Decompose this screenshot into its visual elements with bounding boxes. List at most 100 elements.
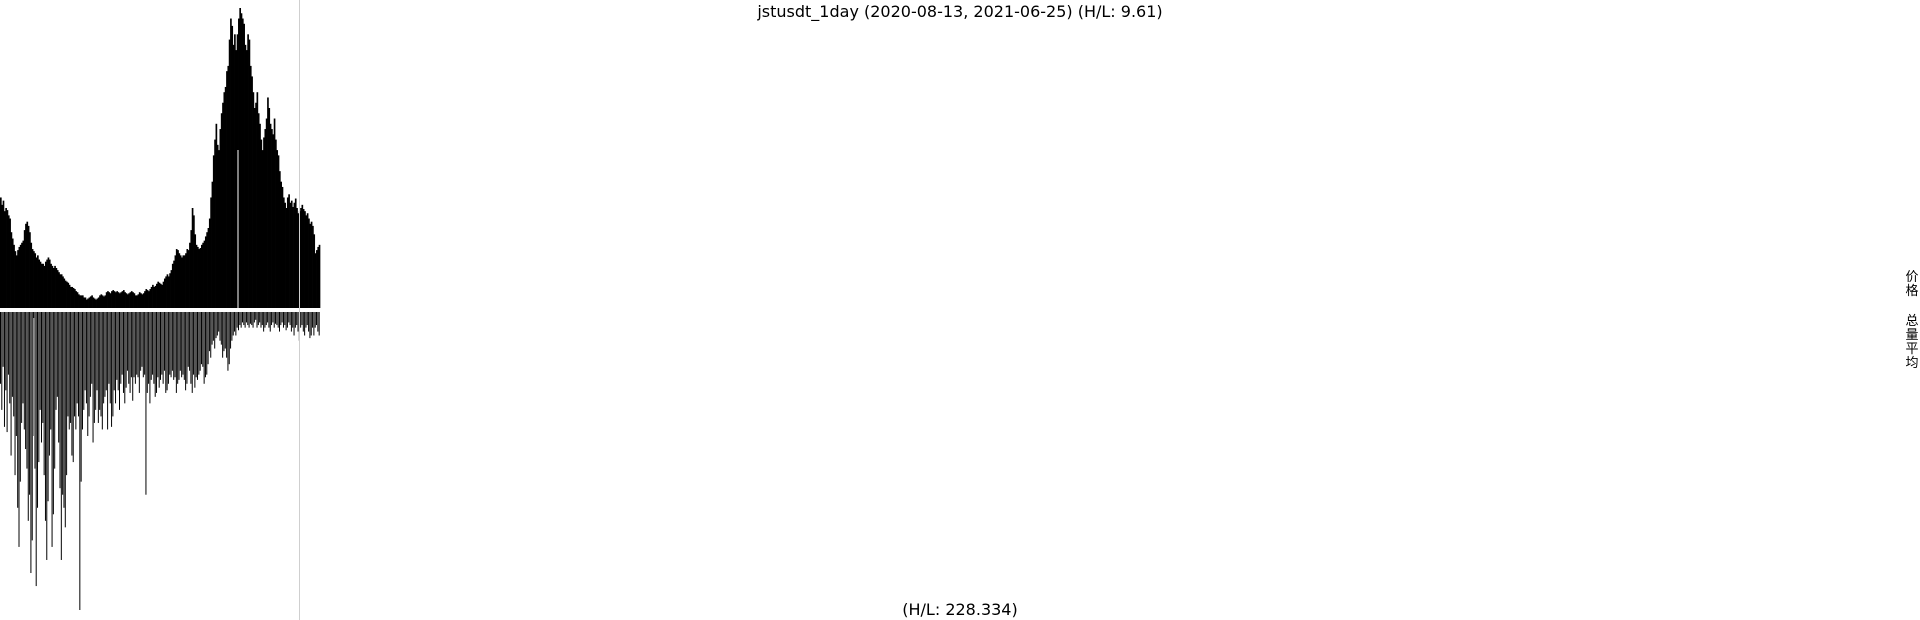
volume-bar xyxy=(313,312,315,336)
volume-bar xyxy=(109,312,111,404)
volume-bar xyxy=(91,312,93,384)
volume-bar xyxy=(318,312,320,336)
volume-bar xyxy=(150,312,152,380)
volume-bar xyxy=(42,312,44,423)
volume-bar xyxy=(154,312,156,397)
volume-bar xyxy=(169,312,171,375)
volume-bar xyxy=(210,312,212,358)
volume-bar xyxy=(301,312,303,326)
volume-bar xyxy=(87,312,89,436)
volume-bar xyxy=(263,312,265,332)
volume-bar xyxy=(203,312,205,384)
volume-bar xyxy=(202,312,204,367)
volume-bar xyxy=(119,312,120,410)
volume-bar xyxy=(292,312,294,328)
volume-bar xyxy=(277,312,279,328)
volume-bar xyxy=(182,312,184,375)
volume-bar xyxy=(100,312,102,417)
volume-bar xyxy=(308,312,310,332)
volume-bar xyxy=(235,312,237,336)
volume-bar xyxy=(138,312,140,393)
volume-bar xyxy=(253,312,255,323)
volume-bar xyxy=(30,312,32,574)
volume-bar xyxy=(280,312,282,326)
volume-bar xyxy=(140,312,142,371)
volume-bar xyxy=(309,312,311,339)
volume-bar xyxy=(112,312,114,417)
volume-bar xyxy=(132,312,134,401)
volume-bar xyxy=(199,312,201,371)
volume-bar xyxy=(141,312,143,367)
volume-bar xyxy=(232,312,234,336)
volume-bar xyxy=(144,312,146,375)
volume-bar xyxy=(297,312,299,332)
volume-bar xyxy=(92,312,94,443)
volume-bar xyxy=(175,312,177,393)
volume-bar xyxy=(130,312,132,378)
volume-bar xyxy=(38,312,40,463)
volume-bar xyxy=(107,312,109,430)
volume-bar xyxy=(220,312,222,345)
volume-bar xyxy=(11,312,13,397)
volume-bar xyxy=(62,312,64,495)
volume-bar xyxy=(218,312,220,332)
volume-bar xyxy=(240,312,242,328)
volume-bar xyxy=(46,312,48,560)
volume-bar xyxy=(72,312,74,463)
volume-bar xyxy=(212,312,214,341)
volume-bar xyxy=(25,312,27,450)
volume-bar xyxy=(269,312,271,332)
volume-bar xyxy=(285,312,287,331)
volume-bar xyxy=(96,312,98,391)
volume-bar xyxy=(71,312,73,456)
volume-bar xyxy=(302,312,304,332)
chart-subtitle: (H/L: 228.334) xyxy=(902,600,1018,619)
volume-bar xyxy=(222,312,224,358)
volume-bar xyxy=(63,312,65,508)
volume-bar xyxy=(31,312,33,541)
volume-bar xyxy=(245,312,247,323)
volume-bar xyxy=(126,312,128,371)
volume-bar xyxy=(183,312,185,380)
volume-bar xyxy=(284,312,286,326)
volume-bar xyxy=(243,312,245,326)
volume-bar xyxy=(103,312,105,404)
volume-bar xyxy=(264,312,266,328)
volume-bar xyxy=(124,312,126,404)
volume-bar xyxy=(305,312,307,328)
volume-bar xyxy=(271,312,273,326)
volume-bar xyxy=(60,312,62,560)
volume-bar xyxy=(55,312,57,410)
volume-bar xyxy=(161,312,163,375)
volume-bar xyxy=(89,312,91,397)
volume-average-axis-label: 总量平均 xyxy=(1905,314,1919,371)
volume-bar xyxy=(79,312,81,610)
volume-bar xyxy=(146,312,148,393)
volume-bar xyxy=(35,312,37,587)
volume-bar xyxy=(1,312,3,410)
volume-bar xyxy=(275,312,277,324)
volume-bar xyxy=(37,312,39,508)
volume-bar xyxy=(223,312,225,352)
price-bar xyxy=(318,244,321,308)
volume-bar xyxy=(294,312,296,328)
volume-bar xyxy=(296,312,298,326)
volume-bar xyxy=(227,312,229,371)
volume-bar xyxy=(115,312,117,404)
volume-bar xyxy=(198,312,200,375)
volume-bar xyxy=(214,312,216,349)
volume-bar xyxy=(228,312,230,365)
volume-bar xyxy=(281,312,283,323)
volume-bar xyxy=(142,312,144,378)
volume-bar xyxy=(59,312,61,489)
volume-bar xyxy=(74,312,76,417)
volume-bar xyxy=(133,312,135,378)
volume-bar xyxy=(206,312,208,375)
volume-bar xyxy=(23,312,25,430)
volume-bar xyxy=(193,312,195,375)
volume-bar xyxy=(10,312,12,456)
volume-bar xyxy=(83,312,85,410)
volume-bar xyxy=(43,312,45,476)
volume-bar xyxy=(197,312,199,380)
volume-bar xyxy=(157,312,159,378)
